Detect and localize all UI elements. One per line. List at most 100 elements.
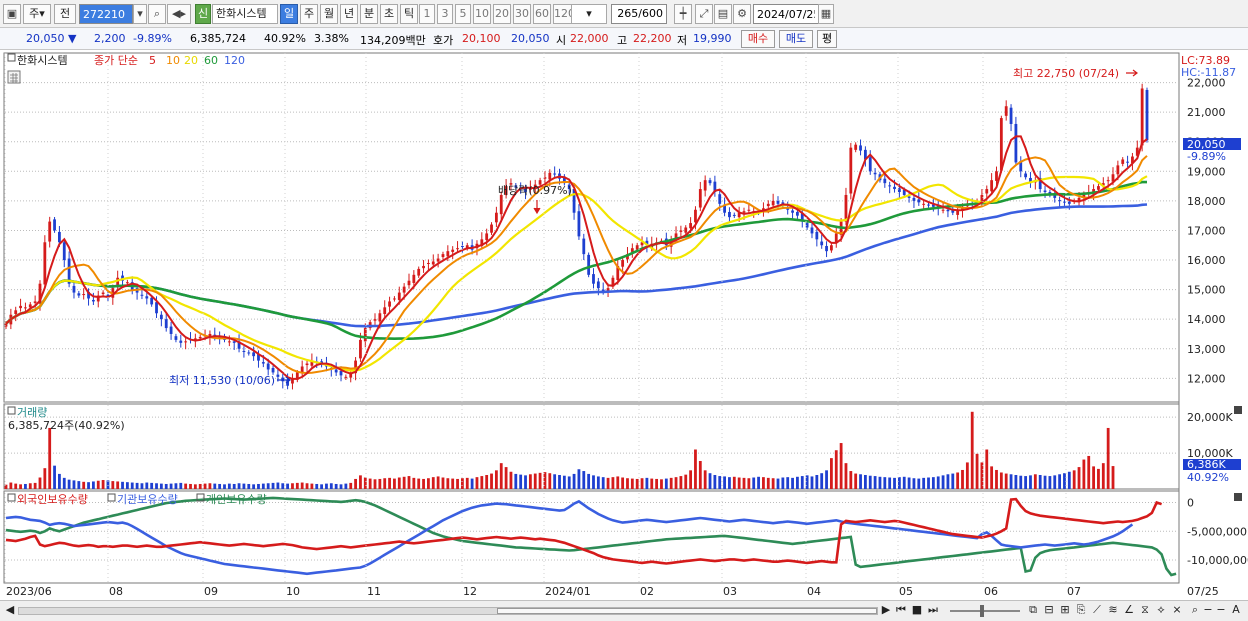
split-icon[interactable]: ⊟ bbox=[1042, 603, 1056, 619]
compare-icon[interactable]: ⎘ bbox=[1074, 603, 1088, 619]
candle-body bbox=[999, 118, 1003, 171]
volume-bar bbox=[999, 472, 1003, 489]
sell-button[interactable]: 매도 bbox=[779, 30, 813, 48]
volume-bar bbox=[300, 482, 304, 489]
volume-bar bbox=[936, 476, 940, 489]
period-button-2[interactable]: 월 bbox=[320, 4, 338, 24]
candle-body bbox=[553, 173, 557, 175]
candle-body bbox=[1121, 159, 1125, 164]
data-count-field[interactable]: 265/600 bbox=[611, 4, 667, 24]
holdings-close-icon[interactable] bbox=[1234, 493, 1242, 501]
font-size-icon[interactable]: A bbox=[1229, 603, 1243, 619]
period-button-5[interactable]: 초 bbox=[380, 4, 398, 24]
scroll-thumb[interactable] bbox=[497, 608, 877, 614]
x-axis-label: 11 bbox=[367, 585, 381, 598]
zoom-out-icon[interactable]: − bbox=[1202, 603, 1214, 619]
candle-body bbox=[815, 231, 819, 240]
candle-body bbox=[82, 294, 86, 296]
zoom-slider-handle[interactable] bbox=[980, 605, 984, 617]
delete-drawing-icon[interactable]: ⨯ bbox=[1170, 603, 1184, 619]
volume-bar bbox=[291, 483, 294, 489]
volume-bar bbox=[87, 482, 90, 489]
draw-tool-icon[interactable]: ⤢ bbox=[695, 4, 713, 24]
code-dropdown-icon[interactable]: ▾ bbox=[133, 4, 147, 24]
volume-bar bbox=[441, 477, 445, 489]
search-icon[interactable]: ⌕ bbox=[148, 4, 166, 24]
volume-bar bbox=[67, 479, 71, 489]
volume-bar bbox=[305, 483, 309, 489]
buy-button[interactable]: 매수 bbox=[741, 30, 775, 48]
volume-bar bbox=[752, 477, 756, 489]
candle-body bbox=[888, 185, 892, 187]
volume-bar bbox=[257, 483, 260, 489]
chart-area[interactable]: 22,00021,00020,00019,00018,00017,00016,0… bbox=[0, 50, 1248, 600]
volume-rate: 40.92% bbox=[264, 32, 306, 45]
volume-bar bbox=[72, 480, 76, 489]
zoom-slider[interactable] bbox=[950, 605, 1020, 617]
x-axis-label: 05 bbox=[899, 585, 913, 598]
period-button-3[interactable]: 년 bbox=[340, 4, 358, 24]
volume-bar bbox=[660, 479, 663, 489]
volume-bar bbox=[635, 478, 639, 489]
minute-button-1[interactable]: 1 bbox=[419, 4, 435, 24]
scroll-right-icon[interactable]: ▶ bbox=[880, 603, 892, 619]
period-button-1[interactable]: 주 bbox=[300, 4, 318, 24]
calendar-icon[interactable]: ▦ bbox=[818, 4, 834, 24]
volume-bar bbox=[295, 482, 299, 489]
pattern-icon[interactable]: ⧖ bbox=[1138, 603, 1152, 619]
candle-body bbox=[582, 238, 586, 255]
prev-button[interactable]: 전 bbox=[54, 4, 76, 24]
minus-icon[interactable]: − bbox=[1215, 603, 1227, 619]
volume-bar bbox=[281, 483, 285, 489]
hc-label: HC:-11.87 bbox=[1181, 66, 1236, 79]
zoom-in-icon[interactable]: ⌕ bbox=[1188, 603, 1202, 619]
minute-button-3[interactable]: 3 bbox=[437, 4, 453, 24]
candle-type-icon[interactable]: ┿ bbox=[674, 4, 692, 24]
scroll-left-icon[interactable]: ◀ bbox=[4, 603, 16, 619]
date-input[interactable] bbox=[753, 4, 819, 24]
candle-body bbox=[883, 178, 887, 184]
grid-icon[interactable]: ⊞ bbox=[1058, 603, 1072, 619]
period-button-6[interactable]: 틱 bbox=[400, 4, 418, 24]
volume-bar bbox=[771, 478, 775, 489]
fibonacci-icon[interactable]: ≋ bbox=[1106, 603, 1120, 619]
period-type-select[interactable]: 주▾ bbox=[23, 4, 51, 24]
volume-current-tag-text: 6,386K bbox=[1187, 458, 1226, 471]
scroll-track[interactable] bbox=[18, 607, 878, 615]
minute-button-10[interactable]: 10 bbox=[473, 4, 491, 24]
volume-bar bbox=[475, 477, 479, 489]
last-page-icon[interactable]: ⏭ bbox=[926, 603, 940, 619]
stock-legend-label: 한화시스템 bbox=[17, 54, 68, 67]
average-button[interactable]: 평 bbox=[817, 30, 837, 48]
save-icon[interactable]: ▤ bbox=[714, 4, 732, 24]
trend-line-icon[interactable]: ⟋ bbox=[1090, 603, 1104, 619]
chart-menu-icon[interactable]: ▣ bbox=[3, 4, 21, 24]
angle-icon[interactable]: ∠ bbox=[1122, 603, 1136, 619]
candle-body bbox=[383, 307, 387, 315]
period-button-4[interactable]: 분 bbox=[360, 4, 378, 24]
minute-button-5[interactable]: 5 bbox=[455, 4, 471, 24]
candle-body bbox=[698, 189, 702, 208]
stock-code-input[interactable] bbox=[79, 4, 133, 24]
volume-bar bbox=[276, 482, 280, 489]
volume-bar bbox=[359, 475, 362, 489]
volume-bar bbox=[179, 482, 183, 489]
period-button-0[interactable]: 일 bbox=[280, 4, 298, 24]
first-page-icon[interactable]: ⏮ bbox=[894, 603, 908, 619]
volume-close-icon[interactable] bbox=[1234, 406, 1242, 414]
minute-button-60[interactable]: 60 bbox=[533, 4, 551, 24]
speaker-icon[interactable]: ◀▸ bbox=[167, 4, 191, 24]
minute-custom-select[interactable]: ▾ bbox=[571, 4, 607, 24]
text-tool-icon[interactable]: ⟡ bbox=[1154, 603, 1168, 619]
gear-icon[interactable]: ⚙ bbox=[733, 4, 751, 24]
minute-button-20[interactable]: 20 bbox=[493, 4, 511, 24]
bid-price: 20,050 bbox=[511, 32, 550, 45]
minute-button-30[interactable]: 30 bbox=[513, 4, 531, 24]
volume-bar bbox=[1101, 463, 1105, 489]
layout-icon[interactable]: ⧉ bbox=[1026, 603, 1040, 619]
candle-body bbox=[689, 223, 692, 229]
volume-bar bbox=[213, 483, 217, 489]
stop-icon[interactable]: ■ bbox=[910, 603, 924, 619]
holdings-y-tick: -10,000,000 bbox=[1187, 554, 1248, 567]
volume-bar bbox=[451, 478, 455, 489]
